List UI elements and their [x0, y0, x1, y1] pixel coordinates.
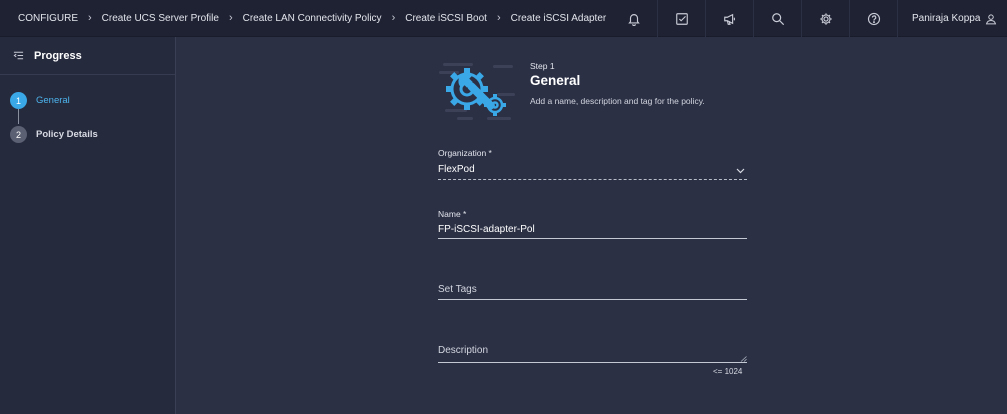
breadcrumb-create-iscsi-adapter: Create iSCSI Adapter	[510, 12, 607, 24]
organization-label: Organization *	[438, 148, 492, 158]
breadcrumb-create-ucs-server-profile[interactable]: Create UCS Server Profile	[102, 13, 219, 24]
user-icon	[986, 13, 997, 24]
step-policy-details[interactable]: 2 Policy Details	[10, 126, 98, 143]
chevron-right-icon: ›	[88, 12, 92, 24]
bell-icon	[627, 13, 640, 26]
search-icon	[771, 12, 784, 25]
progress-sidebar: Progress 1 General 2 Policy Details	[0, 37, 176, 414]
step-number: 1	[10, 92, 27, 109]
search-button[interactable]	[754, 0, 802, 37]
notifications-button[interactable]	[610, 0, 658, 37]
description-underline	[438, 362, 747, 363]
breadcrumb: CONFIGURE › Create UCS Server Profile › …	[0, 0, 606, 36]
organization-underline	[438, 179, 747, 180]
sidebar-title: Progress	[34, 49, 82, 62]
character-limit: <= 1024	[713, 367, 743, 376]
gear-icon	[819, 12, 832, 25]
top-bar: CONFIGURE › Create UCS Server Profile › …	[0, 0, 1007, 37]
wrench-gear-icon	[439, 63, 515, 120]
page-description: Add a name, description and tag for the …	[530, 96, 705, 106]
help-button[interactable]	[850, 0, 898, 37]
megaphone-icon	[723, 13, 735, 25]
sidebar-header: Progress	[0, 37, 175, 75]
description-placeholder: Description	[438, 345, 489, 356]
name-value: FP-iSCSI-adapter-Pol	[438, 224, 535, 235]
name-label: Name *	[438, 209, 467, 219]
step-indicator: Step 1	[530, 61, 555, 71]
name-underline	[438, 238, 747, 239]
collapse-list-icon[interactable]	[13, 50, 24, 61]
tags-underline	[438, 299, 747, 300]
organization-value: FlexPod	[438, 164, 475, 175]
chevron-down-icon	[736, 168, 745, 174]
step-label: General	[36, 95, 70, 106]
announcements-button[interactable]	[706, 0, 754, 37]
user-menu[interactable]: Paniraja Koppa	[912, 0, 997, 37]
chevron-right-icon: ›	[496, 12, 501, 24]
page-title: General	[530, 73, 581, 88]
tasks-button[interactable]	[658, 0, 706, 37]
help-icon	[867, 12, 880, 25]
step-label: Policy Details	[36, 129, 98, 140]
chevron-right-icon: ›	[228, 12, 233, 24]
chevron-right-icon: ›	[391, 12, 396, 24]
breadcrumb-configure[interactable]: CONFIGURE	[18, 13, 78, 24]
breadcrumb-create-iscsi-boot[interactable]: Create iSCSI Boot	[405, 13, 487, 24]
settings-button[interactable]	[802, 0, 850, 37]
checklist-icon	[675, 12, 688, 25]
user-name: Paniraja Koppa	[912, 13, 981, 24]
main-panel: Step 1 General Add a name, description a…	[177, 37, 1007, 414]
organization-select[interactable]: Organization * FlexPod	[438, 148, 747, 180]
breadcrumb-create-lan-connectivity-policy[interactable]: Create LAN Connectivity Policy	[243, 13, 382, 24]
tags-placeholder: Set Tags	[438, 284, 477, 295]
step-connector	[18, 109, 19, 124]
step-number: 2	[10, 126, 27, 143]
step-general[interactable]: 1 General	[10, 92, 70, 109]
name-field[interactable]: Name * FP-iSCSI-adapter-Pol	[438, 209, 747, 239]
